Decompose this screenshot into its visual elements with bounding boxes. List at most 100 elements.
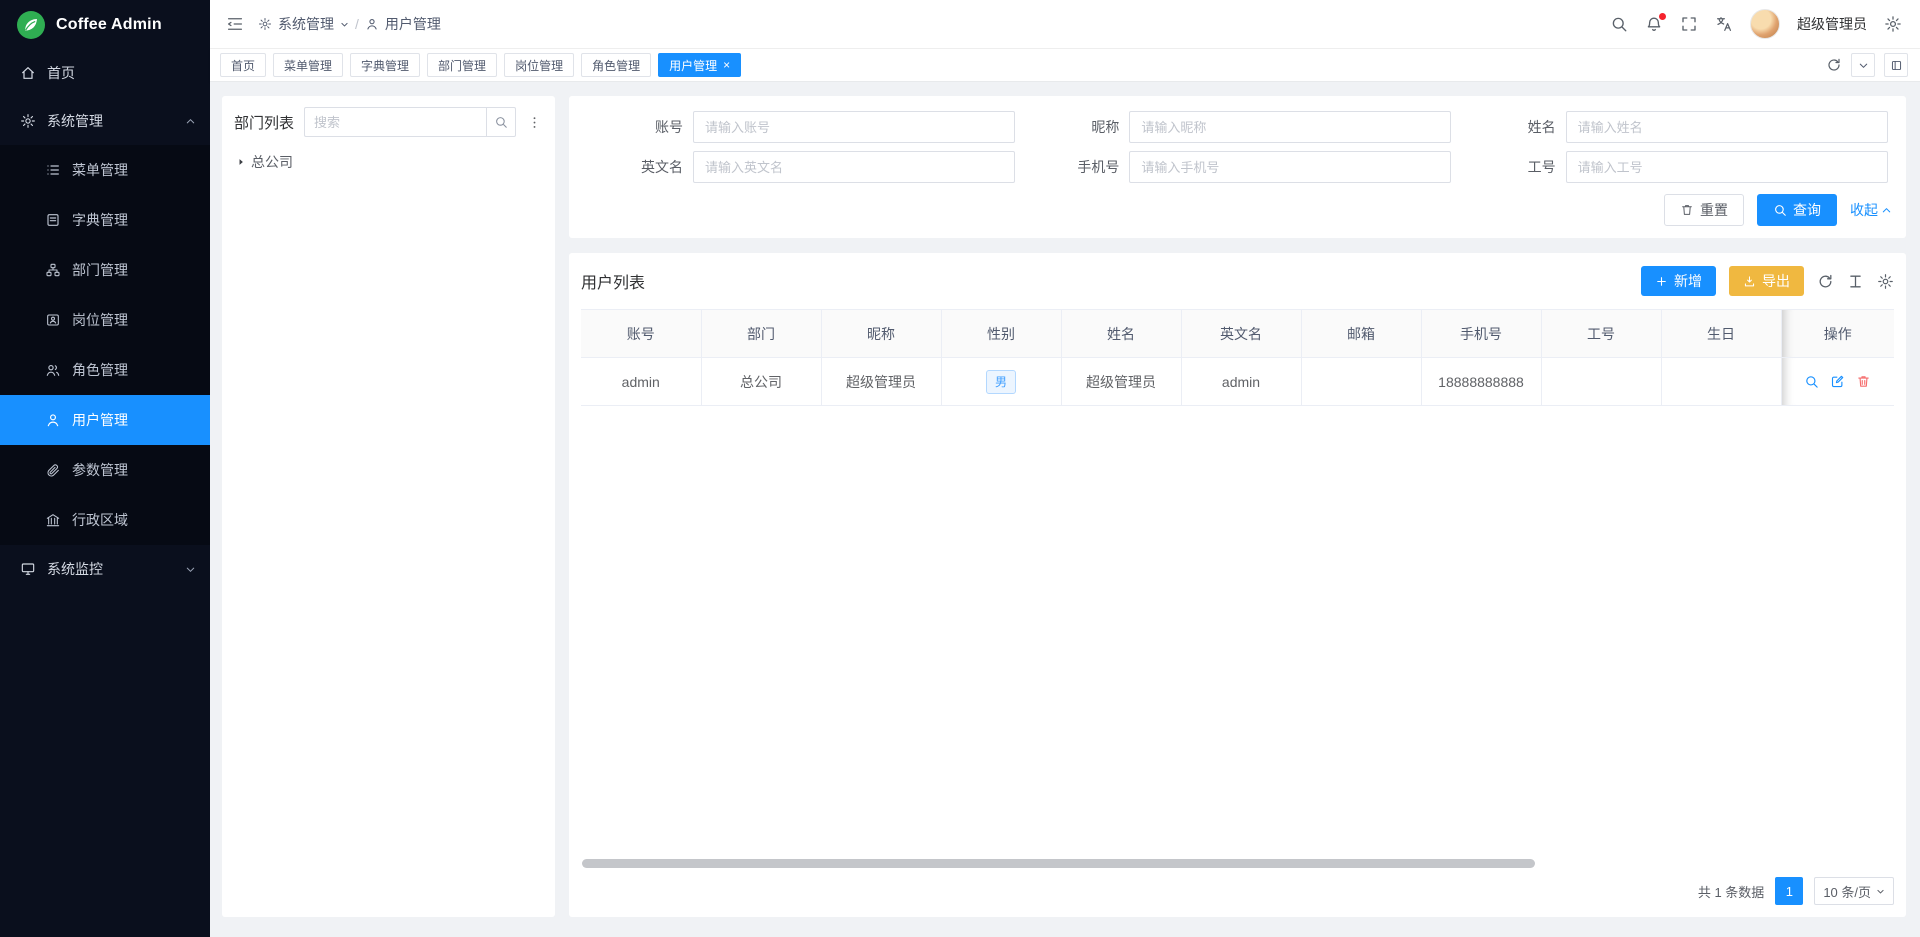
avatar[interactable]: [1750, 9, 1780, 39]
user-list-actions: 新增 导出: [1641, 266, 1894, 296]
chevron-down-icon: [185, 564, 196, 575]
delete-icon[interactable]: [1856, 374, 1871, 389]
tab-user-management[interactable]: 用户管理 ×: [658, 53, 741, 77]
fullscreen-icon[interactable]: [1680, 15, 1698, 33]
caret-down-icon: [1876, 887, 1885, 896]
cell-account: admin: [581, 358, 701, 406]
tab-dictionary-management[interactable]: 字典管理: [350, 53, 420, 77]
sidebar-item-admin-region[interactable]: 行政区域: [0, 495, 210, 545]
cell-name: 超级管理员: [1061, 358, 1181, 406]
gear-icon[interactable]: [1884, 15, 1902, 33]
job-number-input[interactable]: [1566, 151, 1888, 183]
collapse-toggle[interactable]: 收起: [1850, 200, 1892, 220]
tab-position-management[interactable]: 岗位管理: [504, 53, 574, 77]
chevron-up-icon: [1881, 205, 1892, 216]
sidebar-item-dictionary-management[interactable]: 字典管理: [0, 195, 210, 245]
user-name[interactable]: 超级管理员: [1797, 14, 1867, 34]
layout-icon[interactable]: [1884, 53, 1908, 77]
tab-department-management[interactable]: 部门管理: [427, 53, 497, 77]
breadcrumb: 系统管理 / 用户管理: [258, 14, 441, 34]
bank-icon: [45, 512, 61, 528]
sidebar-item-position-management[interactable]: 岗位管理: [0, 295, 210, 345]
list-icon: [45, 162, 61, 178]
col-header-nickname: 昵称: [821, 310, 941, 358]
query-button[interactable]: 查询: [1757, 194, 1837, 226]
reset-button[interactable]: 重置: [1664, 194, 1744, 226]
gear-icon[interactable]: [1877, 273, 1894, 290]
column-height-icon[interactable]: [1847, 273, 1864, 290]
refresh-icon[interactable]: [1817, 273, 1834, 290]
tab-label: 字典管理: [361, 57, 409, 74]
breadcrumb-item-system[interactable]: 系统管理: [278, 14, 334, 34]
paperclip-icon: [45, 462, 61, 478]
nickname-input[interactable]: [1129, 111, 1451, 143]
name-input[interactable]: [1566, 111, 1888, 143]
form-item-english-name: 英文名: [583, 151, 1019, 183]
user-list-card: 用户列表 新增 导出: [569, 253, 1906, 917]
pagination: 共 1 条数据 1 10 条/页: [581, 873, 1894, 909]
table-header-row: 账号 部门 昵称 性别 姓名 英文名 邮箱 手机号 工号 生日: [581, 310, 1894, 358]
view-icon[interactable]: [1804, 374, 1819, 389]
sidebar-item-system-management[interactable]: 系统管理: [0, 97, 210, 145]
col-header-department: 部门: [701, 310, 821, 358]
caret-down-icon: [340, 20, 349, 29]
bell-icon[interactable]: [1645, 15, 1663, 33]
tab-label: 角色管理: [592, 57, 640, 74]
scrollbar-thumb[interactable]: [582, 859, 1535, 868]
tab-label: 首页: [231, 57, 255, 74]
sidebar-item-label: 菜单管理: [72, 160, 128, 180]
app-root: Coffee Admin 首页 系统管理 菜单管理 字典管理: [0, 0, 1920, 937]
tab-label: 岗位管理: [515, 57, 563, 74]
sidebar-item-role-management[interactable]: 角色管理: [0, 345, 210, 395]
notification-dot: [1659, 13, 1666, 20]
sidebar: Coffee Admin 首页 系统管理 菜单管理 字典管理: [0, 0, 210, 937]
tab-label: 部门管理: [438, 57, 486, 74]
caret-right-icon[interactable]: [236, 157, 246, 167]
sidebar-item-label: 首页: [47, 63, 75, 83]
sidebar-item-parameter-management[interactable]: 参数管理: [0, 445, 210, 495]
sidebar-item-menu-management[interactable]: 菜单管理: [0, 145, 210, 195]
cell-nickname: 超级管理员: [821, 358, 941, 406]
page-size-value: 10 条/页: [1823, 882, 1871, 901]
sidebar-item-label: 行政区域: [72, 510, 128, 530]
search-icon[interactable]: [1610, 15, 1628, 33]
tab-menu-management[interactable]: 菜单管理: [273, 53, 343, 77]
refresh-icon[interactable]: [1826, 57, 1842, 73]
close-icon[interactable]: ×: [723, 59, 730, 71]
tab-home[interactable]: 首页: [220, 53, 266, 77]
sidebar-item-user-management[interactable]: 用户管理: [0, 395, 210, 445]
gear-icon: [20, 113, 36, 129]
plus-icon: [1655, 275, 1668, 288]
coffee-logo-icon: [16, 10, 46, 40]
sidebar-item-department-management[interactable]: 部门管理: [0, 245, 210, 295]
english-name-input[interactable]: [693, 151, 1015, 183]
account-input[interactable]: [693, 111, 1015, 143]
translate-icon[interactable]: [1715, 15, 1733, 33]
badge-icon: [45, 312, 61, 328]
department-panel-title: 部门列表: [234, 112, 294, 133]
sidebar-item-label: 岗位管理: [72, 310, 128, 330]
topbar-actions: 超级管理员: [1610, 9, 1902, 39]
field-label: 姓名: [1456, 117, 1566, 137]
tab-role-management[interactable]: 角色管理: [581, 53, 651, 77]
menu-fold-icon[interactable]: [226, 15, 244, 33]
tabbar-tools: [1826, 53, 1908, 77]
more-options-icon[interactable]: [526, 115, 543, 130]
cell-department: 总公司: [701, 358, 821, 406]
department-search-input[interactable]: [304, 107, 486, 137]
page-size-select[interactable]: 10 条/页: [1814, 877, 1894, 905]
phone-input[interactable]: [1129, 151, 1451, 183]
sidebar-item-home[interactable]: 首页: [0, 49, 210, 97]
sidebar-item-system-monitor[interactable]: 系统监控: [0, 545, 210, 593]
search-icon[interactable]: [486, 107, 516, 137]
page-button-1[interactable]: 1: [1775, 877, 1803, 905]
cell-phone: 18888888888: [1421, 358, 1541, 406]
chevron-up-icon: [185, 116, 196, 127]
add-label: 新增: [1674, 271, 1702, 291]
add-user-button[interactable]: 新增: [1641, 266, 1716, 296]
tab-actions-dropdown[interactable]: [1851, 53, 1875, 77]
tree-node-head-office[interactable]: 总公司: [234, 152, 543, 172]
export-button[interactable]: 导出: [1729, 266, 1804, 296]
edit-icon[interactable]: [1830, 374, 1845, 389]
breadcrumb-item-user[interactable]: 用户管理: [385, 14, 441, 34]
